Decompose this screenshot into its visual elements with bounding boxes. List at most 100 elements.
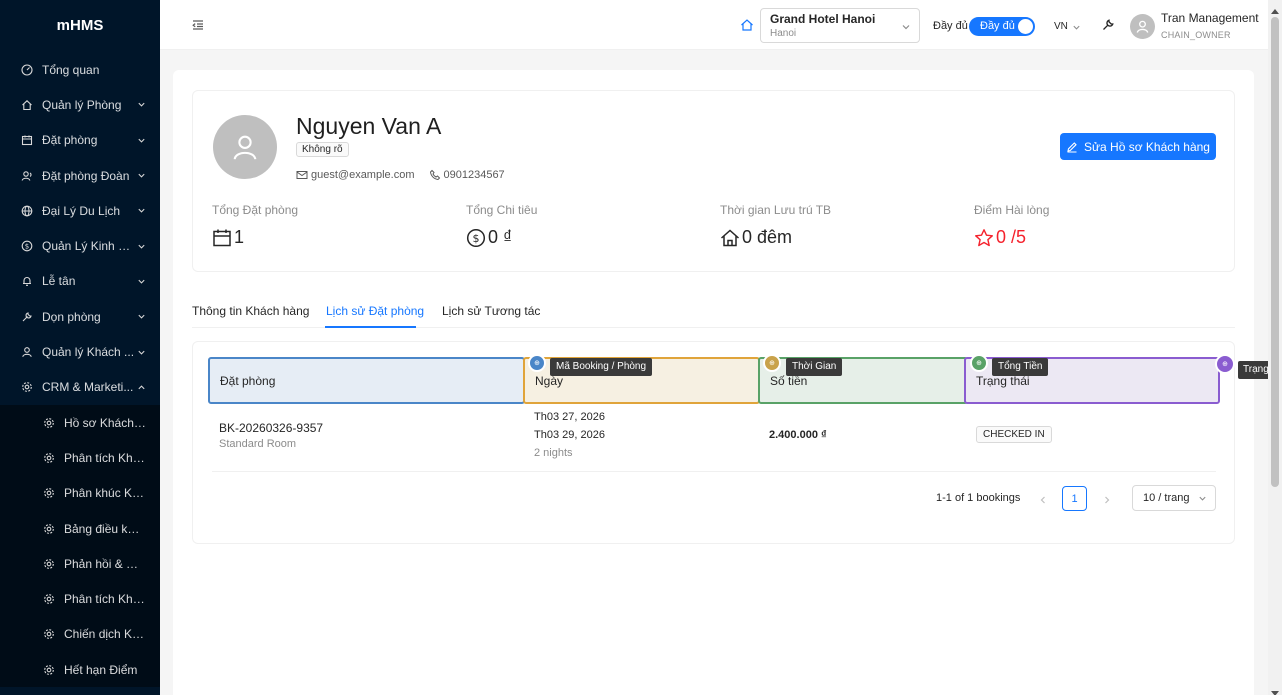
stat-average-stay: Thời gian Lưu trú TB 0 đêm [720, 203, 831, 248]
sidebar-item-housekeeping[interactable]: Dọn phòng [0, 299, 160, 334]
toggle-label: Đầy đủ [980, 20, 1015, 32]
check-out-date: Th03 29, 2026 [534, 429, 605, 441]
sidebar-subitem-campaigns[interactable]: Chiến dịch Khá... [0, 617, 160, 652]
sidebar-item-label: CRM & Marketi... [42, 380, 134, 395]
edit-icon [1066, 141, 1078, 153]
scroll-thumb[interactable] [1271, 17, 1279, 487]
stat-label: Tổng Đặt phòng [212, 203, 299, 217]
chevron-down-icon [136, 347, 146, 357]
edit-profile-button[interactable]: Sửa Hồ sơ Khách hàng [1060, 133, 1216, 160]
main-content: Nguyen Van A Không rõ guest@example.com … [173, 70, 1254, 695]
tool-icon [20, 310, 34, 324]
mode-toggle[interactable]: Đầy đủ [969, 17, 1035, 36]
sidebar-subitem-dashboard[interactable]: Bảng điều khiể... [0, 511, 160, 546]
tab-guest-info[interactable]: Thông tin Khách hàng [192, 304, 309, 318]
overlay-marker-icon: ⊕ [1215, 354, 1235, 374]
active-tab-indicator [325, 326, 416, 328]
language-select[interactable]: VN [1054, 21, 1068, 32]
overlay-marker-icon: ⊕ [528, 354, 546, 372]
crm-submenu: Hồ sơ Khách h... Phân tích Khác... Phân … [0, 404, 160, 688]
sidebar-item-guests[interactable]: Quản lý Khách ... [0, 334, 160, 369]
profile-tabs: Thông tin Khách hàng Lịch sử Đặt phòng L… [192, 294, 1235, 328]
sidebar-subitem-guest-analytics[interactable]: Phân tích Khác... [0, 440, 160, 475]
calendar-icon [20, 133, 34, 147]
hotel-name: Grand Hotel Hanoi [770, 12, 876, 26]
overlay-badge-status: Trạng [1238, 361, 1268, 379]
sidebar-item-label: Quản lý Phòng [42, 97, 122, 112]
page-scrollbar[interactable] [1268, 0, 1282, 695]
stat-value: 1 [212, 227, 298, 248]
sidebar-item-label: Đặt phòng [42, 133, 98, 148]
calendar-icon [212, 228, 232, 248]
sidebar-subitem-points-expiry[interactable]: Hết hạn Điểm [0, 652, 160, 687]
team-icon [20, 169, 34, 183]
stat-total-spending: Tổng Chi tiêu $ 0 ₫ [466, 203, 537, 248]
sidebar-item-rooms[interactable]: Quản lý Phòng [0, 87, 160, 122]
globe-icon [20, 204, 34, 218]
page-size-select[interactable]: 10 / trang [1132, 485, 1216, 511]
home-icon[interactable] [740, 18, 754, 32]
column-header-booking[interactable]: Đặt phòng [208, 357, 525, 404]
scroll-down-icon[interactable] [1271, 686, 1279, 695]
avatar[interactable] [1130, 14, 1155, 39]
sidebar-item-business[interactable]: $ Quản Lý Kinh D... [0, 228, 160, 263]
overlay-marker-icon: ⊕ [970, 354, 988, 372]
sidebar-subitem-guest-profiles[interactable]: Hồ sơ Khách h... [0, 405, 160, 440]
hotel-select[interactable]: Grand Hotel Hanoi Hanoi [760, 8, 920, 43]
edit-profile-label: Sửa Hồ sơ Khách hàng [1084, 139, 1210, 154]
tab-booking-history[interactable]: Lịch sử Đặt phòng [326, 304, 424, 318]
chevron-down-icon [1198, 494, 1207, 503]
sidebar-item-overview[interactable]: Tổng quan [0, 52, 160, 87]
chevron-left-icon[interactable] [1038, 494, 1048, 504]
sidebar-item-bookings[interactable]: Đặt phòng [0, 123, 160, 158]
sidebar-subitem-feedback-nps[interactable]: Phản hồi & NPS [0, 546, 160, 581]
chevron-down-icon [136, 135, 146, 145]
stat-label: Tổng Chi tiêu [466, 203, 538, 217]
sidebar-item-group-bookings[interactable]: Đặt phòng Đoàn [0, 158, 160, 193]
sidebar-item-label: Quản Lý Kinh D... [42, 239, 136, 254]
booking-history-table: Đặt phòng Ngày Số tiền Trạng thái ⊕ Mã B… [192, 341, 1235, 544]
overlay-badge-time: Thời Gian [786, 358, 843, 376]
chevron-down-icon [901, 21, 911, 31]
chevron-down-icon [136, 276, 146, 286]
sidebar-subitem-guest-analysis[interactable]: Phân tích Khác... [0, 581, 160, 616]
gear-icon [20, 380, 34, 394]
pagination-summary: 1-1 of 1 bookings [936, 492, 1021, 504]
sidebar-item-travel-agents[interactable]: Đại Lý Du Lịch [0, 193, 160, 228]
booking-code[interactable]: BK-20260326-9357 [219, 421, 323, 435]
dollar-icon: $ [20, 239, 34, 253]
sidebar-item-label: Dọn phòng [42, 309, 101, 324]
svg-text:$: $ [25, 243, 29, 251]
sidebar-item-label: Phân tích Khác... [64, 592, 146, 607]
sidebar-item-front-desk[interactable]: Lễ tân [0, 264, 160, 299]
gear-icon [42, 522, 56, 536]
overlay-badge-total: Tổng Tiền [992, 358, 1049, 376]
gear-icon [42, 663, 56, 677]
phone-icon [429, 169, 441, 181]
user-name[interactable]: Tran Management [1161, 11, 1259, 25]
sidebar-menu: Tổng quan Quản lý Phòng Đặt phòng Đặt ph… [0, 52, 160, 688]
stat-value: 0 đêm [720, 227, 831, 248]
chevron-down-icon [136, 241, 146, 251]
room-type: Standard Room [219, 438, 297, 450]
dashboard-icon [20, 63, 34, 77]
gear-icon [42, 416, 56, 430]
sidebar-item-label: Lễ tân [42, 274, 76, 289]
sidebar-item-label: Bảng điều khiể... [64, 521, 146, 536]
dollar-icon: $ [466, 228, 486, 248]
sidebar-item-crm[interactable]: CRM & Marketi... [0, 370, 160, 405]
chevron-right-icon[interactable] [1102, 494, 1112, 504]
stat-label: Điểm Hài lòng [974, 203, 1050, 217]
gear-icon [42, 557, 56, 571]
pagination-page[interactable]: 1 [1062, 486, 1087, 511]
sidebar-item-label: Đại Lý Du Lịch [42, 203, 121, 218]
wrench-icon[interactable] [1101, 18, 1115, 32]
guest-avatar [213, 115, 277, 179]
gear-icon [42, 592, 56, 606]
svg-text:$: $ [473, 232, 480, 245]
sidebar-subitem-guest-segments[interactable]: Phân khúc Khá... [0, 476, 160, 511]
scroll-up-icon[interactable] [1271, 3, 1279, 14]
overlay-marker-icon: ⊕ [763, 354, 781, 372]
tab-interaction-history[interactable]: Lịch sử Tương tác [442, 304, 540, 318]
menu-fold-icon[interactable] [191, 18, 205, 32]
